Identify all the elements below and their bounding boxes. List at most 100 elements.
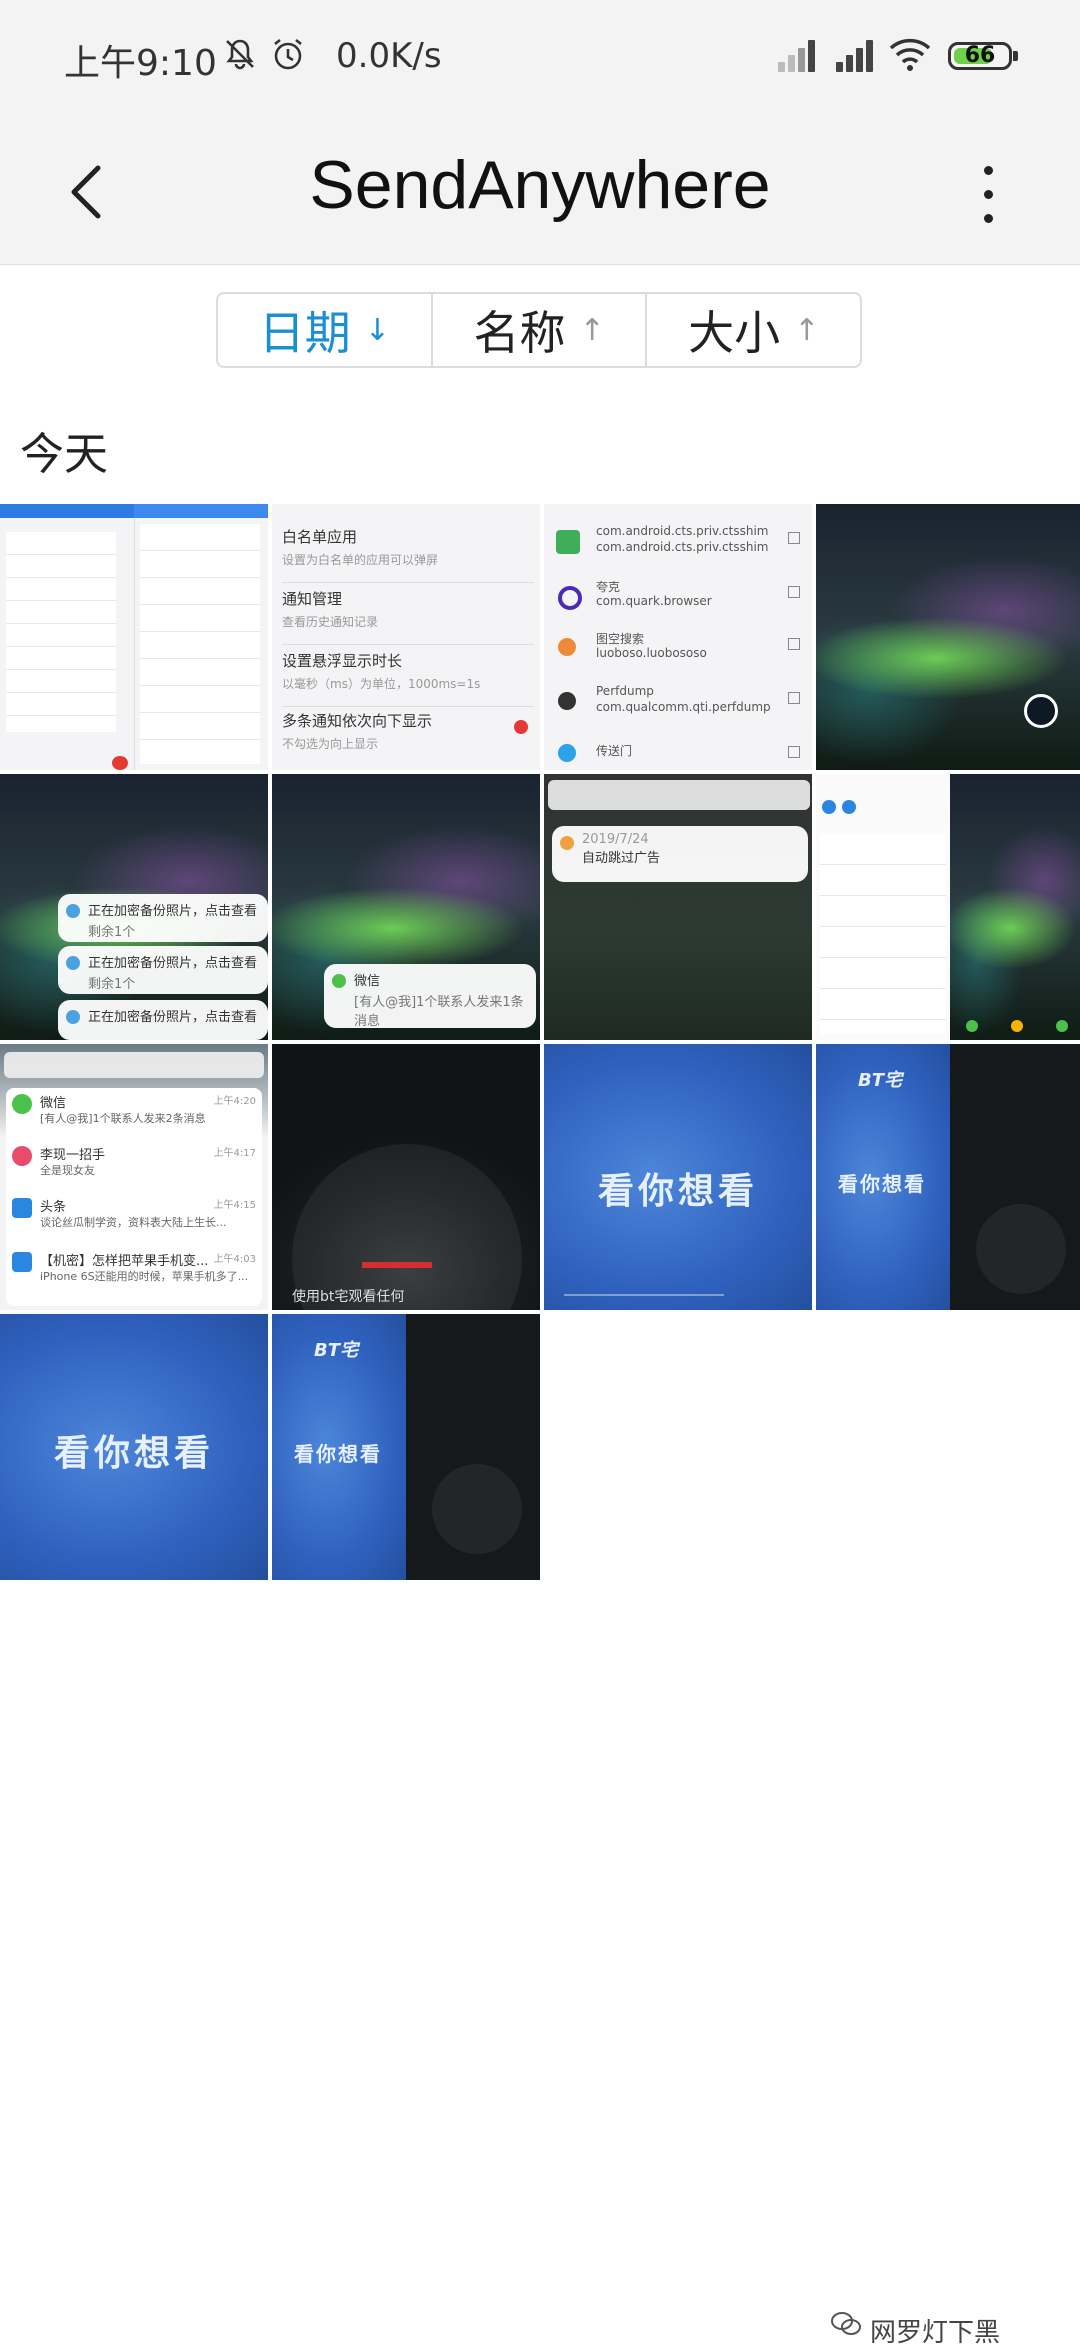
app-name: 夸克 (596, 580, 621, 594)
image-thumbnail[interactable]: com.android.cts.priv.ctsshim com.android… (544, 504, 812, 770)
battery-level: 66 (964, 43, 996, 68)
image-thumbnail[interactable]: 微信 上午4:20 [有人@我]1个联系人发来2条消息 李现一招手 上午4:17… (0, 1044, 268, 1310)
more-options-icon[interactable] (968, 160, 1008, 230)
sort-by-size-button[interactable]: 大小 ↑ (647, 294, 860, 366)
sort-segmented-control: 日期 ↓ 名称 ↑ 大小 ↑ (216, 292, 862, 368)
notification-text: 谈论丝瓜制学资，资料表大陆上生长... (40, 1216, 227, 1229)
app-package: com.android.cts.priv.ctsshim (596, 524, 769, 538)
notification-title: 微信 (354, 974, 381, 989)
overlay-text: 使用bt宅观看任何 (292, 1289, 405, 1305)
notification-text: iPhone 6S还能用的时候，苹果手机多了... (40, 1270, 249, 1283)
notification-time: 上午4:17 (213, 1148, 256, 1159)
app-checkbox (788, 746, 800, 758)
battery-icon: 66 (948, 42, 1018, 70)
notification-text: [有人@我]1个联系人发来1条消息 (354, 995, 524, 1029)
wechat-icon (831, 2312, 861, 2335)
notification-subtext: 剩余1个 (88, 925, 136, 940)
signal-icon (836, 36, 880, 72)
image-thumbnail[interactable] (0, 504, 268, 770)
notification-title: 头条 (40, 1200, 67, 1215)
wifi-icon (889, 38, 931, 71)
notification-card: 正在加密备份照片，点击查看 剩余1个 (58, 946, 268, 994)
setting-title: 多条通知依次向下显示 (282, 712, 433, 730)
app-icon (558, 638, 576, 656)
slogan-text: 看你想看 (838, 1172, 926, 1196)
slogan-text: 看你想看 (597, 1171, 758, 1212)
logo-text: BT宅 (314, 1340, 358, 1361)
status-time: 上午9:10 (64, 43, 217, 84)
app-checkbox (788, 638, 800, 650)
image-thumbnail[interactable] (816, 774, 1080, 1040)
alarm-icon (274, 38, 302, 70)
app-package: com.quark.browser (596, 594, 712, 608)
setting-subtitle: 不勾选为向上显示 (282, 737, 379, 751)
setting-title: 设置悬浮显示时长 (282, 652, 403, 670)
app-header: SendAnywhere (0, 120, 1080, 265)
network-speed: 0.0K/s (336, 36, 442, 76)
app-package: com.qualcomm.qti.perfdump (596, 700, 771, 714)
sort-by-name-button[interactable]: 名称 ↑ (433, 294, 648, 366)
app-checkbox (788, 586, 800, 598)
sort-up-arrow-icon: ↑ (794, 312, 820, 348)
app-package: luoboso.luobososo (596, 646, 707, 660)
app-icon (558, 692, 576, 710)
notification-title: 微信 (40, 1096, 67, 1111)
logo-text: BT宅 (858, 1070, 902, 1091)
notification-text: 正在加密备份照片，点击查看 (88, 956, 258, 971)
image-thumbnail[interactable]: 白名单应用 设置为白名单的应用可以弹屏 通知管理 查看历史通知记录 设置悬浮显示… (272, 504, 540, 770)
notification-text: 正在加密备份照片，点击查看 (88, 904, 258, 919)
setting-title: 白名单应用 (282, 528, 358, 546)
sort-up-arrow-icon: ↑ (579, 312, 605, 348)
app-icon (558, 744, 576, 762)
setting-subtitle: 设置为白名单的应用可以弹屏 (282, 553, 439, 567)
notification-time: 上午4:03 (213, 1254, 256, 1265)
image-thumbnail[interactable] (816, 504, 1080, 770)
notification-text: [有人@我]1个联系人发来2条消息 (40, 1112, 206, 1125)
watermark-text: 网罗灯下黑 (870, 2318, 1001, 2348)
app-icon (556, 530, 580, 554)
notification-date: 2019/7/24 (582, 832, 649, 847)
slogan-text: 看你想看 (53, 1433, 214, 1474)
notification-card: 微信 [有人@我]1个联系人发来1条消息 (324, 964, 536, 1029)
notification-text: 正在加密备份照片，点击查看 (88, 1010, 258, 1025)
image-thumbnail[interactable]: 微信 [有人@我]1个联系人发来1条消息 (272, 774, 540, 1040)
app-checkbox (788, 692, 800, 704)
camera-icon (1024, 694, 1058, 728)
notification-card: 正在加密备份照片，点击查看 剩余1个 (58, 894, 268, 942)
sort-by-date-button[interactable]: 日期 ↓ (218, 294, 433, 366)
app-name: Perfdump (596, 684, 654, 698)
notification-subtext: 剩余1个 (88, 977, 136, 992)
image-thumbnail[interactable]: 看你想看 (0, 1314, 268, 1580)
toggle-switch (514, 720, 528, 734)
quick-settings-bar (548, 780, 810, 810)
setting-subtitle: 以毫秒（ms）为单位，1000ms=1s (282, 677, 481, 691)
sort-down-arrow-icon: ↓ (364, 312, 390, 348)
sort-label: 大小 (688, 306, 781, 360)
section-header-today: 今天 (20, 429, 108, 480)
notification-card: 正在加密备份照片，点击查看 (58, 1000, 268, 1040)
sort-label: 日期 (258, 306, 351, 360)
image-thumbnail[interactable]: BT宅 看你想看 (816, 1044, 1080, 1310)
mute-bell-icon (226, 39, 254, 70)
slogan-text: 看你想看 (294, 1442, 382, 1466)
app-package: com.android.cts.priv.ctsshim (596, 540, 769, 554)
app-name: 传送门 (596, 744, 633, 758)
image-thumbnail[interactable]: 正在加密备份照片，点击查看 剩余1个 正在加密备份照片，点击查看 剩余1个 正在… (0, 774, 268, 1040)
image-thumbnail[interactable]: 看你想看 (544, 1044, 812, 1310)
notification-time: 上午4:20 (213, 1096, 256, 1107)
app-name: 图空搜索 (596, 632, 645, 646)
page-title: SendAnywhere (309, 147, 771, 223)
sort-label: 名称 (473, 306, 566, 360)
app-icon (558, 586, 582, 610)
setting-subtitle: 查看历史通知记录 (282, 615, 379, 629)
notification-title: 李现一招手 (40, 1148, 106, 1163)
image-thumbnail[interactable]: 使用bt宅观看任何 (272, 1044, 540, 1310)
status-bar: 上午9:10 0.0K/s 66 (0, 0, 1080, 120)
setting-title: 通知管理 (282, 590, 343, 608)
notification-text: 自动跳过广告 (582, 851, 661, 866)
notification-card: 2019/7/24 自动跳过广告 (552, 826, 808, 882)
notification-title: 【机密】怎样把苹果手机变... (40, 1254, 209, 1269)
image-thumbnail[interactable]: 2019/7/24 自动跳过广告 (544, 774, 812, 1040)
notification-text: 全是现女友 (40, 1164, 95, 1177)
image-thumbnail[interactable]: BT宅 看你想看 (272, 1314, 540, 1580)
